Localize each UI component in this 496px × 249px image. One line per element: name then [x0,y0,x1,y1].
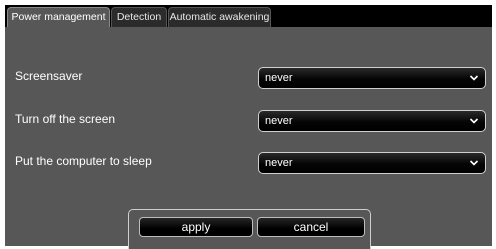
chevron-down-icon [469,118,479,124]
chevron-down-icon [469,75,479,81]
tab-power-management[interactable]: Power management [7,7,110,28]
apply-button[interactable]: apply [139,217,253,237]
chevron-down-icon [469,160,479,166]
action-button-group: apply cancel [128,209,371,249]
sleep-value: never [265,157,293,169]
screensaver-value: never [265,72,293,84]
tab-automatic-awakening[interactable]: Automatic awakening [168,7,271,27]
sleep-select[interactable]: never [258,152,486,174]
cancel-button[interactable]: cancel [257,217,365,237]
screensaver-label: Screensaver [15,69,83,83]
sleep-label: Put the computer to sleep [15,154,152,168]
screensaver-select[interactable]: never [258,67,486,89]
settings-panel: Screensaver never Turn off the screen ne… [5,27,492,249]
turn-off-screen-value: never [265,115,293,127]
tab-bar: Power management Detection Automatic awa… [5,5,492,28]
tab-detection[interactable]: Detection [111,7,167,27]
turn-off-screen-select[interactable]: never [258,110,486,132]
turn-off-screen-label: Turn off the screen [15,112,116,126]
